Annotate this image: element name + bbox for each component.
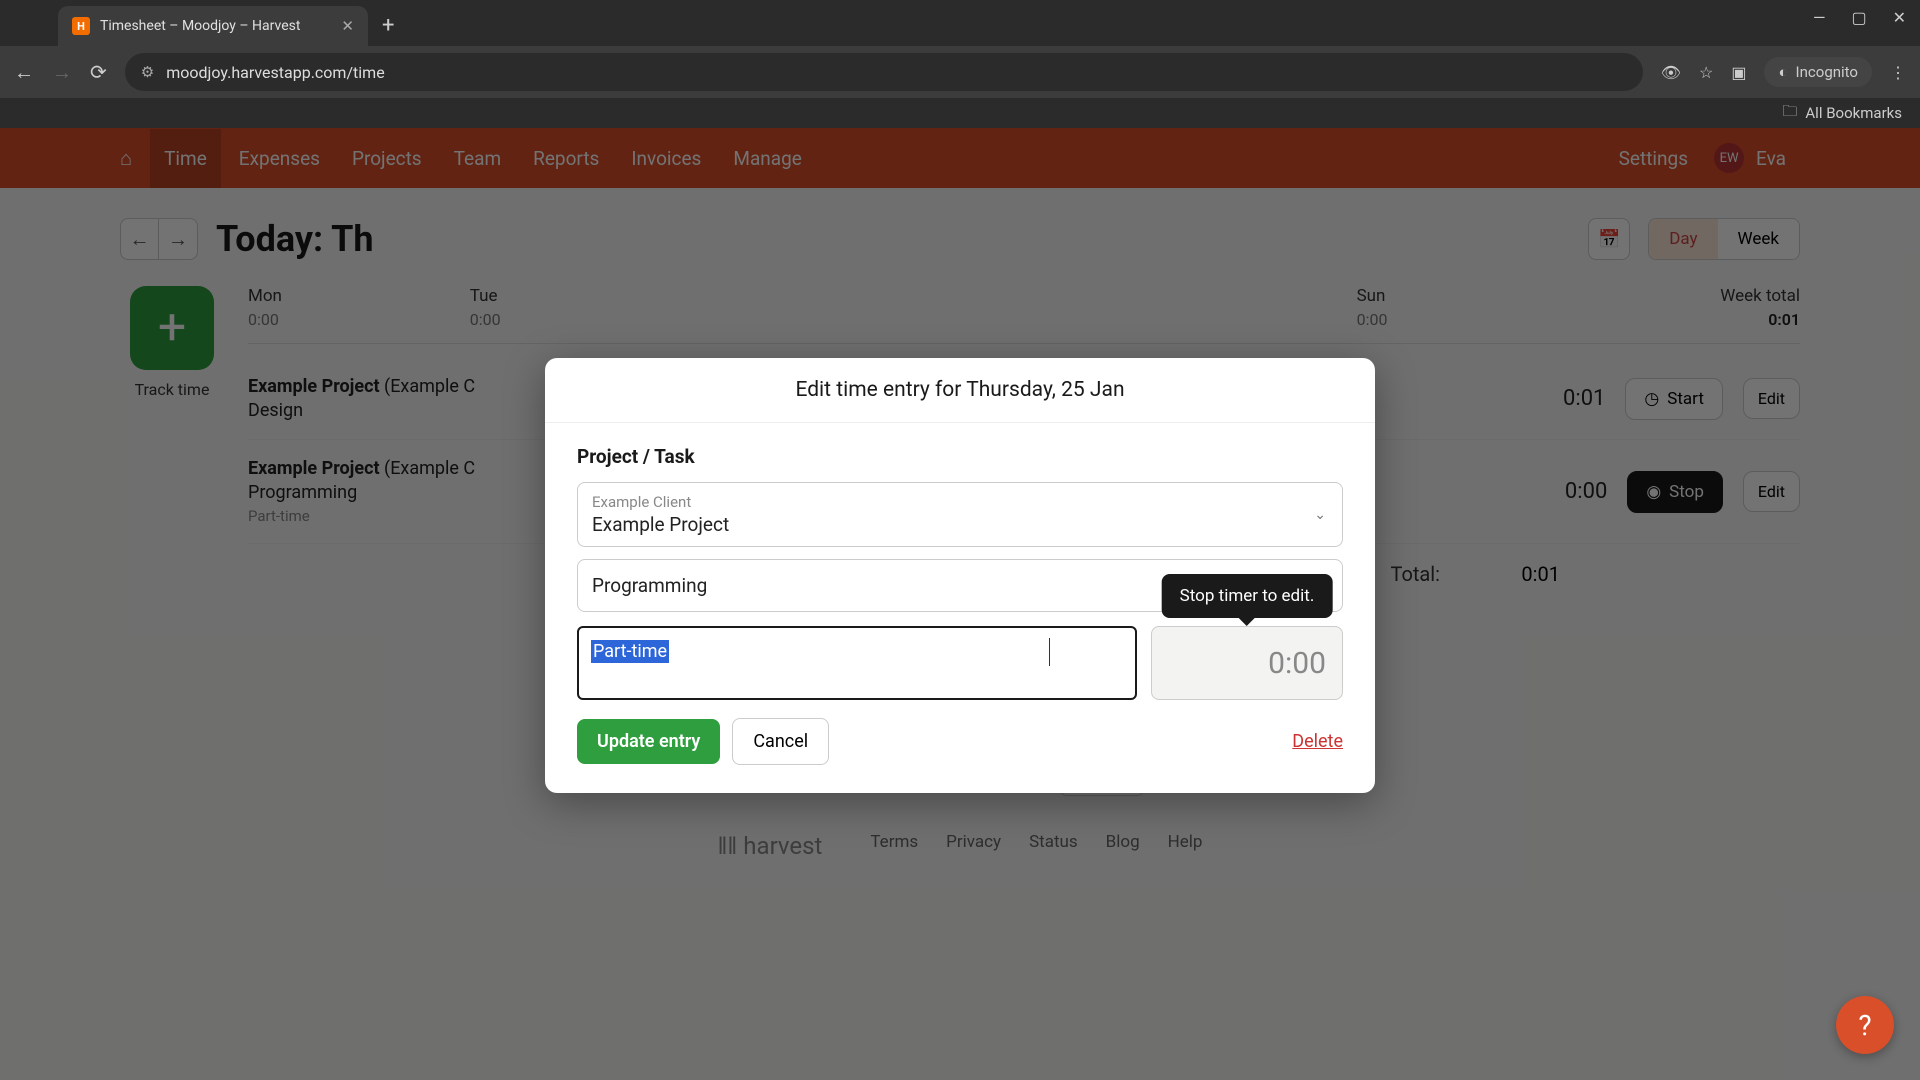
minimize-icon[interactable]: — (1813, 8, 1826, 27)
browser-menu-icon[interactable]: ⋮ (1890, 63, 1906, 82)
sidepanel-icon[interactable]: ▣ (1731, 63, 1746, 82)
update-entry-button[interactable]: Update entry (577, 719, 720, 764)
window-controls: — ▢ ✕ (1813, 8, 1906, 27)
tooltip: Stop timer to edit. (1162, 574, 1333, 618)
help-fab[interactable]: ? (1836, 996, 1894, 1054)
site-settings-icon[interactable]: ⚙ (141, 63, 154, 81)
back-icon[interactable]: ← (14, 60, 34, 85)
new-tab-button[interactable]: + (382, 13, 394, 38)
incognito-icon: ◐ (1778, 63, 1787, 81)
cancel-button[interactable]: Cancel (732, 718, 829, 765)
all-bookmarks-link[interactable]: All Bookmarks (1805, 104, 1902, 122)
forward-icon: → (52, 60, 72, 85)
reload-icon[interactable]: ⟳ (90, 60, 107, 84)
project-select[interactable]: Example Client Example Project ⌄ (577, 482, 1343, 547)
page: ⌂ Time Expenses Projects Team Reports In… (0, 128, 1920, 1080)
client-name: Example Client (592, 493, 1328, 511)
edit-time-entry-modal: Edit time entry for Thursday, 25 Jan Pro… (545, 358, 1375, 793)
chevron-down-icon: ⌄ (1314, 507, 1326, 523)
harvest-favicon: H (72, 17, 90, 35)
incognito-badge[interactable]: ◐ Incognito (1764, 57, 1872, 87)
notes-selected-text: Part-time (591, 640, 669, 663)
address-bar: ← → ⟳ ⚙ moodjoy.harvestapp.com/time 👁︎ ☆… (0, 46, 1920, 98)
bookmarks-bar: 🗀 All Bookmarks (0, 98, 1920, 128)
maximize-icon[interactable]: ▢ (1851, 8, 1866, 27)
eye-off-icon[interactable]: 👁︎ (1661, 63, 1681, 82)
url-text: moodjoy.harvestapp.com/time (166, 63, 384, 82)
notes-input[interactable]: Part-time (577, 626, 1137, 700)
folder-icon: 🗀 (1782, 101, 1797, 126)
text-cursor (1049, 638, 1050, 666)
project-name: Example Project (592, 513, 1328, 536)
modal-title: Edit time entry for Thursday, 25 Jan (545, 358, 1375, 423)
close-tab-icon[interactable]: ✕ (341, 17, 354, 35)
close-window-icon[interactable]: ✕ (1893, 8, 1906, 27)
url-field[interactable]: ⚙ moodjoy.harvestapp.com/time (125, 53, 1643, 91)
time-input: 0:00 (1151, 626, 1343, 700)
browser-tab[interactable]: H Timesheet – Moodjoy – Harvest ✕ (58, 6, 368, 46)
tab-bar: H Timesheet – Moodjoy – Harvest ✕ + — ▢ … (0, 0, 1920, 46)
browser-chrome: H Timesheet – Moodjoy – Harvest ✕ + — ▢ … (0, 0, 1920, 128)
project-task-label: Project / Task (577, 445, 1343, 468)
bookmark-star-icon[interactable]: ☆ (1699, 63, 1713, 82)
tab-title: Timesheet – Moodjoy – Harvest (100, 18, 331, 34)
delete-link[interactable]: Delete (1292, 731, 1343, 752)
